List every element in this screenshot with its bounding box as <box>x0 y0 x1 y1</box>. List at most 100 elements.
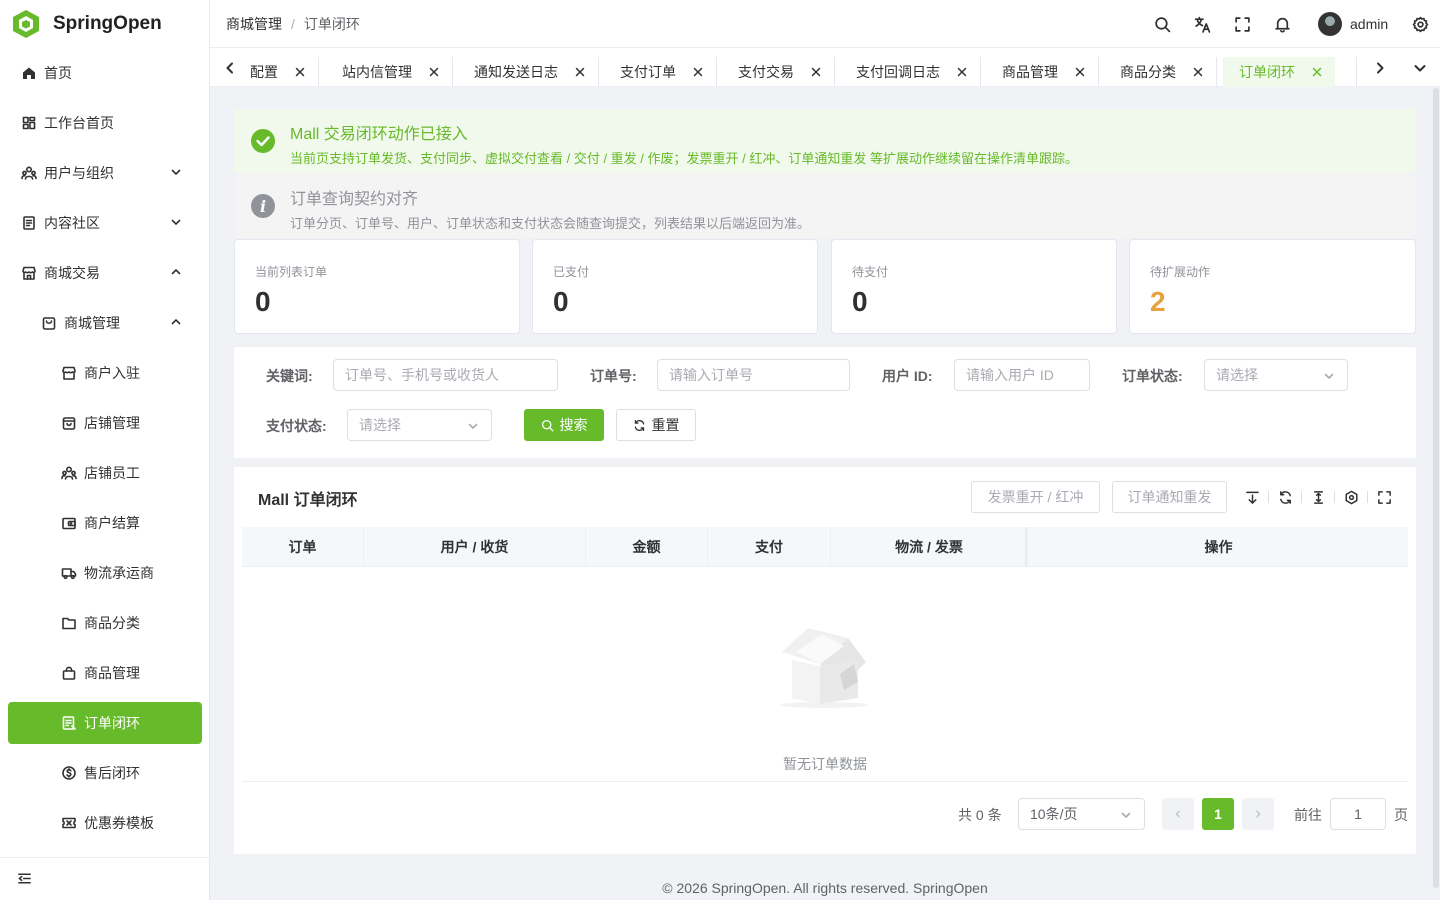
users-icon <box>20 164 38 182</box>
sidebar-item-merchant-settlement[interactable]: 商户结算 <box>8 502 202 544</box>
stat-label: 待扩展动作 <box>1150 265 1211 279</box>
tabs-scroll-left-icon[interactable] <box>222 60 238 76</box>
close-icon[interactable] <box>1074 66 1086 78</box>
sidebar-item-shop-management[interactable]: 店铺管理 <box>8 402 202 444</box>
sidebar-item-users-org[interactable]: 用户与组织 <box>8 152 202 194</box>
tab-payment-orders[interactable]: 支付订单 <box>604 57 717 87</box>
export-icon[interactable] <box>1243 488 1261 506</box>
prev-page-button[interactable] <box>1162 798 1194 830</box>
sidebar-item-mall-management[interactable]: 商城管理 <box>8 302 202 344</box>
pagination-total: 共 0 条 <box>958 807 1002 823</box>
order-no-input[interactable]: 请输入订单号 <box>657 359 850 391</box>
sidebar-item-shop-staff[interactable]: 店铺员工 <box>8 452 202 494</box>
bell-icon[interactable] <box>1272 14 1292 34</box>
close-icon[interactable] <box>574 66 586 78</box>
sidebar-item-logistics-carrier[interactable]: 物流承运商 <box>8 552 202 594</box>
settings-icon[interactable] <box>1342 488 1360 506</box>
sidebar-item-mall-trade[interactable]: 商城交易 <box>8 252 202 294</box>
tab-product-category[interactable]: 商品分类 <box>1104 57 1217 87</box>
column-header-payment[interactable]: 支付 <box>708 527 831 567</box>
close-icon[interactable] <box>294 66 306 78</box>
tab-product-management[interactable]: 商品管理 <box>986 57 1099 87</box>
stat-label: 待支付 <box>852 265 889 279</box>
sidebar-item-order-loop[interactable]: 订单闭环 <box>8 702 202 744</box>
chevron-up-icon <box>170 266 182 278</box>
fullscreen-icon[interactable] <box>1232 14 1252 34</box>
keyword-input[interactable]: 订单号、手机号或收货人 <box>333 359 558 391</box>
sidebar-item-workbench[interactable]: 工作台首页 <box>8 102 202 144</box>
close-icon[interactable] <box>692 66 704 78</box>
search-button[interactable]: 搜索 <box>524 409 604 441</box>
goto-page-input[interactable]: 1 <box>1330 798 1386 830</box>
sidebar-item-product-management[interactable]: 商品管理 <box>8 652 202 694</box>
tab-order-loop[interactable]: 订单闭环 <box>1223 57 1335 87</box>
sidebar-item-product-category[interactable]: 商品分类 <box>8 602 202 644</box>
dashboard-icon <box>20 114 38 132</box>
column-header-actions[interactable]: 操作 <box>1029 527 1408 567</box>
logo[interactable]: SpringOpen <box>0 0 209 48</box>
page-scrollbar[interactable] <box>1433 88 1439 888</box>
shopping-bag-icon <box>40 314 58 332</box>
user-id-input[interactable]: 请输入用户 ID <box>954 359 1090 391</box>
sidebar-item-label: 商户入驻 <box>84 365 140 381</box>
sidebar-item-label: 物流承运商 <box>84 565 154 581</box>
tab-site-messages[interactable]: 站内信管理 <box>326 57 453 87</box>
column-header-user-receiver[interactable]: 用户 / 收货 <box>364 527 586 567</box>
sidebar-item-merchant-onboarding[interactable]: 商户入驻 <box>8 352 202 394</box>
close-icon[interactable] <box>1311 66 1323 78</box>
column-height-icon[interactable] <box>1309 488 1327 506</box>
current-page: 1 <box>1214 806 1222 822</box>
sidebar-item-label: 商城管理 <box>64 315 120 331</box>
tab-payment-callback-log[interactable]: 支付回调日志 <box>840 57 981 87</box>
tabs-scroll-right-icon[interactable] <box>1372 60 1388 76</box>
search-icon[interactable] <box>1152 14 1172 34</box>
fullscreen-icon[interactable] <box>1375 488 1393 506</box>
tabs-dropdown-icon[interactable] <box>1412 60 1428 76</box>
column-header-amount[interactable]: 金额 <box>586 527 708 567</box>
order-icon <box>60 714 78 732</box>
page-number-active[interactable]: 1 <box>1202 798 1234 830</box>
close-icon[interactable] <box>956 66 968 78</box>
user-menu[interactable]: admin <box>1318 12 1388 36</box>
next-page-button[interactable] <box>1242 798 1274 830</box>
breadcrumb-item[interactable]: 商城管理 <box>226 14 282 34</box>
search-button-label: 搜索 <box>559 417 588 433</box>
breadcrumb: 商城管理 / 订单闭环 <box>226 14 360 34</box>
keyword-placeholder: 订单号、手机号或收货人 <box>345 367 499 383</box>
sidebar-item-content-community[interactable]: 内容社区 <box>8 202 202 244</box>
table-title: Mall 订单闭环 <box>258 492 358 509</box>
page-size-select[interactable]: 10条/页 <box>1018 798 1145 830</box>
sidebar-item-coupon-template[interactable]: 优惠券模板 <box>8 802 202 844</box>
wallet-icon <box>60 514 78 532</box>
pay-status-select[interactable]: 请选择 <box>347 409 492 441</box>
column-header-logistics-invoice[interactable]: 物流 / 发票 <box>831 527 1027 567</box>
invoice-reissue-button[interactable]: 发票重开 / 红冲 <box>971 481 1100 513</box>
order-notify-resend-button[interactable]: 订单通知重发 <box>1112 481 1227 513</box>
order-status-select[interactable]: 请选择 <box>1204 359 1348 391</box>
sidebar-item-after-sales-loop[interactable]: 售后闭环 <box>8 752 202 794</box>
column-header-order[interactable]: 订单 <box>242 527 364 567</box>
alert-title: Mall 交易闭环动作已接入 <box>290 126 468 143</box>
toolbar-divider <box>1301 491 1302 503</box>
collapse-menu-icon[interactable] <box>14 868 34 888</box>
stat-value: 2 <box>1150 286 1166 317</box>
tab-notification-log[interactable]: 通知发送日志 <box>458 57 599 87</box>
close-icon[interactable] <box>1192 66 1204 78</box>
reset-button[interactable]: 重置 <box>616 409 696 441</box>
gear-icon[interactable] <box>1410 14 1430 34</box>
document-icon <box>20 214 38 232</box>
refresh-icon[interactable] <box>1276 488 1294 506</box>
search-form: 关键词: 订单号、手机号或收货人 订单号: 请输入订单号 用户 ID: 请输入用… <box>234 347 1416 458</box>
sidebar-item-home[interactable]: 首页 <box>8 52 202 94</box>
close-icon[interactable] <box>810 66 822 78</box>
storefront-icon <box>60 364 78 382</box>
sidebar-item-label: 店铺管理 <box>84 415 140 431</box>
tab-payment-transactions[interactable]: 支付交易 <box>722 57 835 87</box>
close-icon[interactable] <box>428 66 440 78</box>
tab-config[interactable]: 配置 <box>244 57 319 87</box>
breadcrumb-current: 订单闭环 <box>303 15 360 32</box>
stat-card-paid: 已支付 0 <box>532 239 818 334</box>
translate-icon[interactable] <box>1192 14 1212 34</box>
tab-label: 支付回调日志 <box>856 64 940 80</box>
breadcrumb-separator: / <box>291 15 295 32</box>
